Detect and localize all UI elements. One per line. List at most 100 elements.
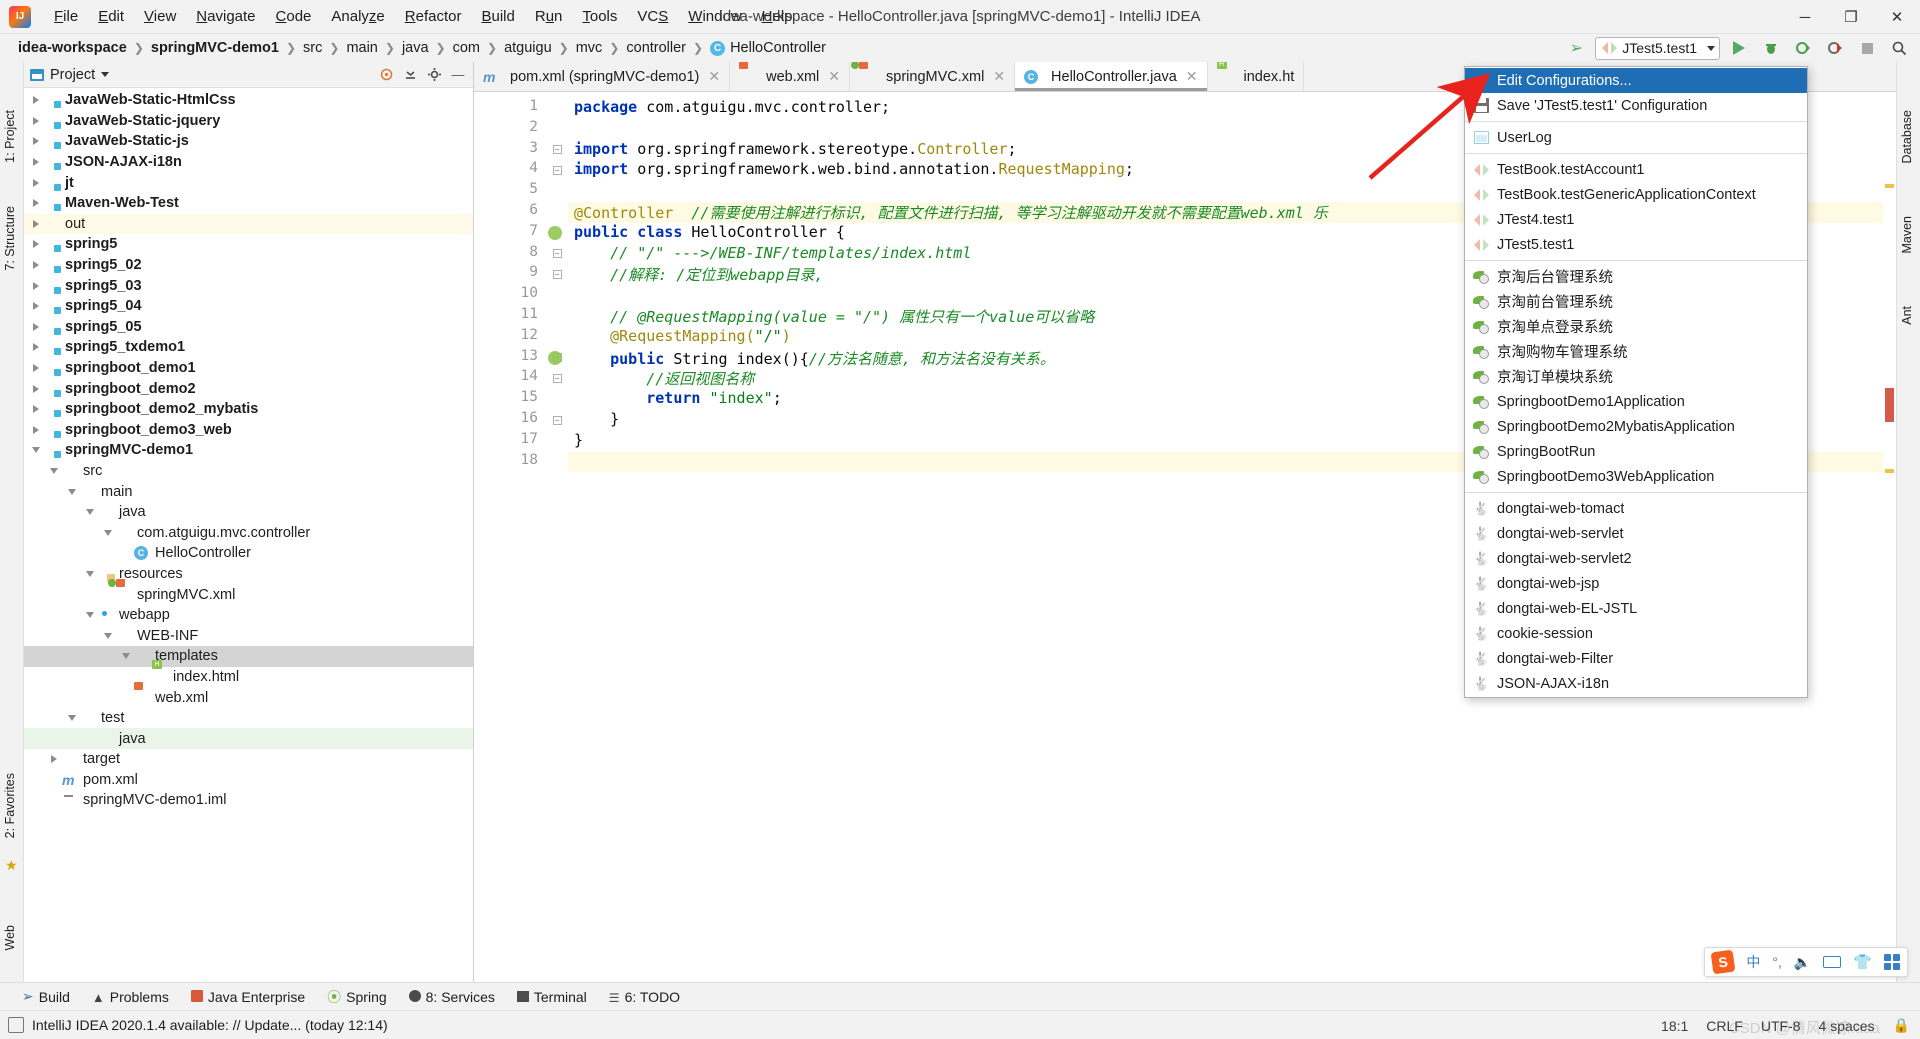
indent-setting[interactable]: 4 spaces <box>1819 1018 1875 1034</box>
tree-node[interactable]: springMVC.xml <box>24 584 473 605</box>
tree-node[interactable]: spring5_03 <box>24 275 473 296</box>
menu-run[interactable]: Run <box>526 5 572 28</box>
run-configuration-selector[interactable]: JTest5.test1 <box>1595 36 1720 60</box>
file-encoding[interactable]: UTF-8 <box>1761 1018 1801 1034</box>
menu-help[interactable]: Help <box>753 5 802 28</box>
twisty-collapsed-icon[interactable] <box>28 92 44 108</box>
run-config-menu-item[interactable]: SpringbootDemo2MybatisApplication <box>1465 414 1807 439</box>
tree-node[interactable]: JavaWeb-Static-js <box>24 131 473 152</box>
spring-bean-gutter-icon[interactable] <box>548 225 562 240</box>
breadcrumb-item-springmvc-demo1[interactable]: springMVC-demo1 <box>151 40 279 56</box>
tree-node[interactable]: spring5_02 <box>24 255 473 276</box>
run-config-menu-item[interactable]: 京淘购物车管理系统 <box>1465 339 1807 364</box>
editor-tab[interactable]: m pom.xml (springMVC-demo1) ✕ <box>474 62 731 91</box>
breadcrumb-item-atguigu[interactable]: atguigu <box>504 40 552 56</box>
menu-file[interactable]: FFileile <box>45 5 87 28</box>
tree-node[interactable]: index.html <box>24 667 473 688</box>
run-config-menu-item[interactable]: 京淘前台管理系统 <box>1465 289 1807 314</box>
run-config-menu-item[interactable]: 🐇 dongtai-web-jsp <box>1465 571 1807 596</box>
rail-item-web[interactable]: Web <box>0 921 21 954</box>
run-config-menu-item[interactable]: 🐇 dongtai-web-servlet2 <box>1465 546 1807 571</box>
locate-file-icon[interactable] <box>377 66 395 84</box>
tree-node[interactable]: WEB-INF <box>24 625 473 646</box>
editor-scrollbar[interactable] <box>1883 92 1896 982</box>
sogou-ime-bar[interactable]: S 中 °, 🔈 👕 <box>1704 947 1908 977</box>
ide-notification-icon[interactable] <box>8 1017 24 1033</box>
twisty-collapsed-icon[interactable] <box>28 278 44 294</box>
menu-edit[interactable]: Edit <box>89 5 133 28</box>
close-tab-icon[interactable]: ✕ <box>1186 68 1198 85</box>
fold-marker[interactable]: − <box>546 160 568 181</box>
tree-node[interactable]: java <box>24 728 473 749</box>
chevron-down-icon[interactable] <box>1707 45 1715 51</box>
run-config-menu-item[interactable]: 🐇 JSON-AJAX-i18n <box>1465 671 1807 696</box>
run-config-menu-item[interactable]: 🐇 dongtai-web-tomact <box>1465 496 1807 521</box>
twisty-expanded-icon[interactable] <box>82 566 98 582</box>
breadcrumb-item-main[interactable]: main <box>346 40 377 56</box>
run-config-menu-item[interactable]: Save 'JTest5.test1' Configuration <box>1465 93 1807 118</box>
tree-node[interactable]: resources <box>24 564 473 585</box>
tree-node[interactable]: JSON-AJAX-i18n <box>24 152 473 173</box>
twisty-expanded-icon[interactable] <box>64 484 80 500</box>
collapse-all-icon[interactable] <box>401 66 419 84</box>
rail-item-ant[interactable]: Ant <box>1896 302 1918 329</box>
twisty-expanded-icon[interactable] <box>28 442 44 458</box>
twisty-collapsed-icon[interactable] <box>28 257 44 273</box>
twisty-collapsed-icon[interactable] <box>28 381 44 397</box>
twisty-collapsed-icon[interactable] <box>28 113 44 129</box>
tree-node[interactable]: com.atguigu.mvc.controller <box>24 522 473 543</box>
twisty-collapsed-icon[interactable] <box>28 236 44 252</box>
tree-node[interactable]: springMVC-demo1 <box>24 440 473 461</box>
run-config-menu-item[interactable]: JTest4.test1 <box>1465 207 1807 232</box>
fold-marker[interactable]: − <box>546 264 568 285</box>
breadcrumb-item-java[interactable]: java <box>402 40 429 56</box>
run-configuration-dropdown[interactable]: Edit Configurations... Save 'JTest5.test1… <box>1464 66 1808 698</box>
ime-mode-icon[interactable]: 中 <box>1746 952 1760 972</box>
run-config-menu-item[interactable]: SpringbootDemo3WebApplication <box>1465 464 1807 489</box>
minimize-button[interactable]: ─ <box>1782 0 1828 34</box>
stop-button[interactable] <box>1854 36 1880 60</box>
tree-node[interactable]: JavaWeb-Static-jquery <box>24 111 473 132</box>
tree-node[interactable]: springMVC-demo1.iml <box>24 790 473 811</box>
line-separator[interactable]: CRLF <box>1706 1018 1743 1034</box>
breadcrumb-item-controller[interactable]: controller <box>626 40 686 56</box>
twisty-collapsed-icon[interactable] <box>28 133 44 149</box>
rail-item-structure[interactable]: 7: Structure <box>0 202 21 275</box>
tree-node[interactable]: m pom.xml <box>24 770 473 791</box>
ime-voice-icon[interactable]: 🔈 <box>1794 954 1811 971</box>
menu-vcs[interactable]: VCS <box>628 5 677 28</box>
ime-skin-icon[interactable]: 👕 <box>1853 953 1872 971</box>
close-tab-icon[interactable]: ✕ <box>708 68 720 85</box>
tree-node[interactable]: springboot_demo1 <box>24 358 473 379</box>
rail-item-database[interactable]: Database <box>1896 106 1918 168</box>
run-config-menu-item[interactable]: SpringBootRun <box>1465 439 1807 464</box>
twisty-collapsed-icon[interactable] <box>28 422 44 438</box>
editor-tab[interactable]: springMVC.xml ✕ <box>850 62 1016 91</box>
breadcrumb-item-com[interactable]: com <box>453 40 480 56</box>
fold-marker[interactable]: − <box>546 368 568 389</box>
tool-window-bar[interactable]: ➢ Build ▲ Problems Java Enterprise ⦿ Spring 8: … <box>0 982 1920 1010</box>
tree-node[interactable]: jt <box>24 172 473 193</box>
rail-item-project[interactable]: 1: Project <box>0 106 21 167</box>
twisty-collapsed-icon[interactable] <box>28 298 44 314</box>
menu-view[interactable]: View <box>135 5 185 28</box>
fold-marker[interactable]: − <box>546 244 568 265</box>
tree-node[interactable]: spring5_txdemo1 <box>24 337 473 358</box>
tree-node[interactable]: spring5 <box>24 234 473 255</box>
tree-node[interactable]: test <box>24 708 473 729</box>
tree-node[interactable]: main <box>24 481 473 502</box>
breadcrumb-item-hellocontroller[interactable]: C HelloController <box>710 40 826 56</box>
run-config-menu-item[interactable]: Edit Configurations... <box>1465 68 1807 93</box>
project-tree[interactable]: JavaWeb-Static-HtmlCss JavaWeb-Static-jqu… <box>24 88 473 982</box>
menu-navigate[interactable]: Navigate <box>187 5 264 28</box>
editor-tab[interactable]: index.ht <box>1207 62 1305 91</box>
run-config-menu-item[interactable]: 🐇 cookie-session <box>1465 621 1807 646</box>
close-tab-icon[interactable]: ✕ <box>828 68 840 85</box>
run-config-menu-item[interactable]: 🐇 dongtai-web-servlet <box>1465 521 1807 546</box>
editor-tab[interactable]: C HelloController.java ✕ <box>1015 62 1208 91</box>
tool-window-build[interactable]: ➢ Build <box>22 988 70 1005</box>
tree-node[interactable]: out <box>24 213 473 235</box>
menu-analyze[interactable]: Analyze <box>322 5 393 28</box>
run-config-menu-item[interactable]: UserLog <box>1465 125 1807 150</box>
menu-window[interactable]: Window <box>679 5 750 28</box>
